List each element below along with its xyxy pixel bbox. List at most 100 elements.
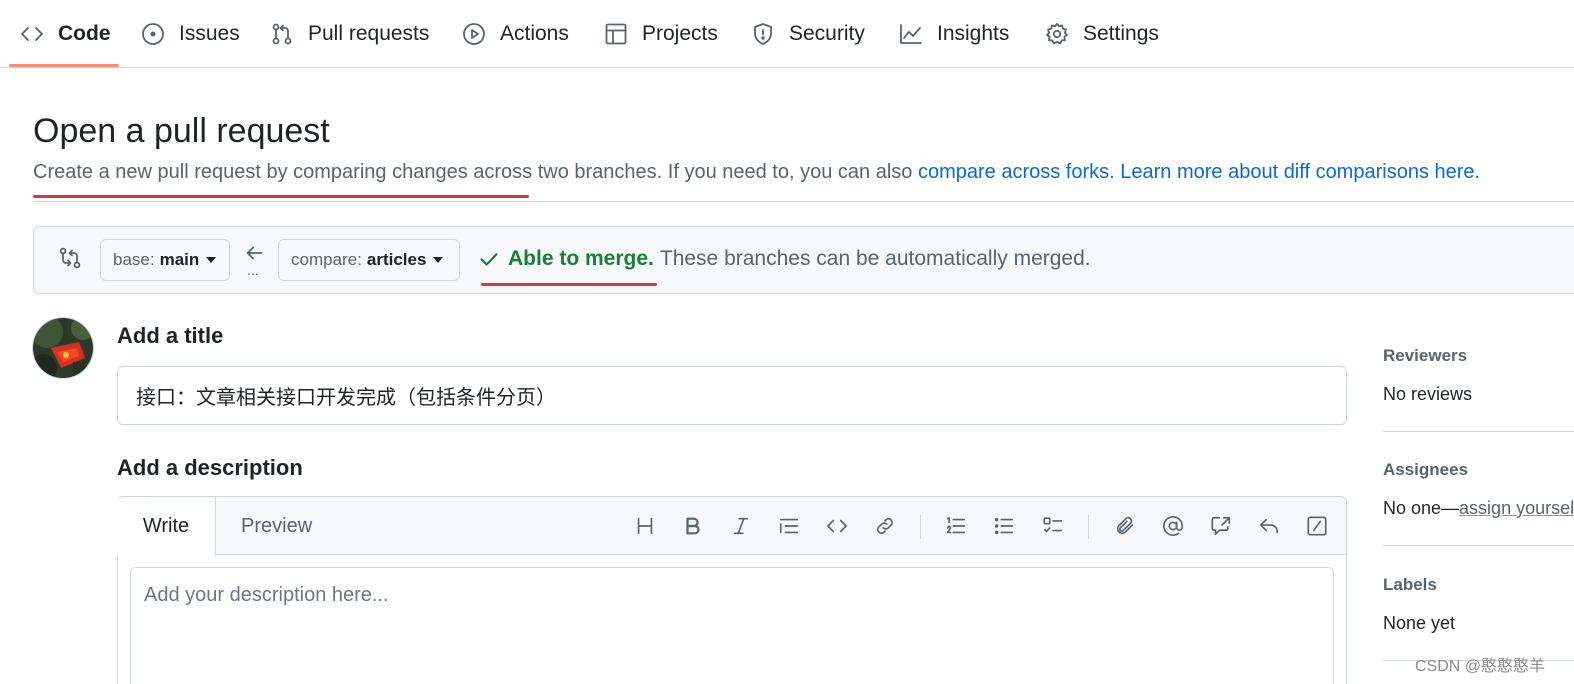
arrow-left-icon bbox=[246, 246, 263, 260]
watermark: CSDN @憨憨憨羊 bbox=[1415, 658, 1546, 675]
slash-command-button[interactable] bbox=[1304, 513, 1330, 539]
merge-status-text: These branches can be automatically merg… bbox=[659, 247, 1091, 270]
italic-icon bbox=[733, 517, 749, 535]
link-button[interactable] bbox=[872, 513, 898, 539]
active-tab-indicator bbox=[9, 64, 119, 67]
compare-branch-name: articles bbox=[366, 250, 427, 269]
reply-icon bbox=[1259, 518, 1279, 534]
graph-icon bbox=[900, 24, 922, 44]
tab-issues[interactable]: Issues bbox=[141, 16, 240, 52]
check-icon bbox=[480, 253, 498, 266]
heading-icon bbox=[637, 517, 653, 535]
heading-divider bbox=[33, 201, 1574, 202]
caret-down-icon bbox=[206, 257, 217, 263]
code-icon bbox=[827, 519, 847, 533]
repo-nav: Code Issues Pull requests Actions Projec… bbox=[0, 0, 1574, 68]
tab-insights-label: Insights bbox=[937, 22, 1010, 45]
bold-icon bbox=[686, 517, 700, 535]
assign-yourself-link[interactable]: assign yourself bbox=[1459, 498, 1574, 518]
reviewers-value: No reviews bbox=[1383, 384, 1473, 404]
tab-settings[interactable]: Settings bbox=[1045, 16, 1159, 52]
annotation-underline-merge bbox=[481, 283, 657, 286]
toolbar-divider bbox=[1088, 515, 1089, 539]
editor-toolbar: Write Preview bbox=[117, 497, 1346, 556]
annotation-underline-subtitle bbox=[33, 195, 529, 198]
code-icon bbox=[21, 27, 43, 41]
tab-insights[interactable]: Insights bbox=[899, 16, 1009, 52]
tab-projects[interactable]: Projects bbox=[604, 16, 718, 52]
labels-heading[interactable]: Labels bbox=[1383, 575, 1437, 595]
avatar[interactable] bbox=[32, 317, 94, 379]
gear-icon bbox=[1046, 22, 1068, 45]
caret-down-icon bbox=[433, 257, 444, 263]
tab-security-label: Security bbox=[789, 22, 865, 45]
page-title: Open a pull request bbox=[33, 112, 330, 150]
code-button[interactable] bbox=[824, 513, 850, 539]
reference-button[interactable] bbox=[1208, 513, 1234, 539]
compare-branch-select[interactable]: compare: articles bbox=[278, 239, 460, 281]
tab-actions[interactable]: Actions bbox=[462, 16, 569, 52]
ordered-list-button[interactable] bbox=[943, 513, 969, 539]
mention-button[interactable] bbox=[1160, 513, 1186, 539]
task-list-icon bbox=[1043, 517, 1063, 533]
tab-code[interactable]: Code bbox=[20, 16, 111, 52]
play-icon bbox=[463, 23, 485, 45]
labels-value: None yet bbox=[1383, 613, 1456, 633]
compare-prefix: compare: bbox=[291, 250, 362, 269]
heading-button[interactable] bbox=[632, 513, 658, 539]
tab-settings-label: Settings bbox=[1083, 22, 1159, 45]
base-prefix: base: bbox=[113, 250, 155, 269]
tab-code-label: Code bbox=[58, 22, 111, 45]
compare-forks-link[interactable]: compare across forks. bbox=[918, 161, 1115, 183]
description-heading: Add a description bbox=[117, 455, 303, 480]
tab-issues-label: Issues bbox=[179, 22, 240, 45]
description-editor: Write Preview bbox=[117, 496, 1347, 684]
unordered-list-button[interactable] bbox=[991, 513, 1017, 539]
tab-preview[interactable]: Preview bbox=[241, 497, 312, 555]
merge-ok-label: Able to merge. bbox=[508, 247, 654, 270]
description-textarea[interactable] bbox=[130, 567, 1334, 684]
learn-more-link[interactable]: Learn more about diff comparisons here. bbox=[1120, 161, 1480, 183]
assignees-prefix: No one— bbox=[1383, 498, 1460, 518]
mention-icon bbox=[1163, 516, 1183, 536]
assignees-heading[interactable]: Assignees bbox=[1383, 460, 1468, 480]
assignees-value: No one—assign yourself bbox=[1383, 498, 1574, 519]
italic-button[interactable] bbox=[728, 513, 754, 539]
base-branch-select[interactable]: base: main bbox=[100, 239, 230, 281]
page-subtitle: Create a new pull request by comparing c… bbox=[33, 161, 1480, 184]
ordered-list-icon bbox=[946, 516, 966, 534]
toolbar-divider bbox=[920, 515, 921, 539]
merge-status: Able to merge. These branches can be aut… bbox=[478, 247, 1091, 271]
git-compare-icon bbox=[59, 247, 81, 269]
sidebar-divider bbox=[1383, 431, 1574, 432]
title-heading: Add a title bbox=[117, 323, 224, 348]
reviewers-heading[interactable]: Reviewers bbox=[1383, 346, 1467, 366]
tab-pull-requests-label: Pull requests bbox=[308, 22, 430, 45]
tab-security[interactable]: Security bbox=[751, 16, 865, 52]
quote-button[interactable] bbox=[776, 513, 802, 539]
table-icon bbox=[605, 23, 627, 45]
pull-request-icon bbox=[272, 23, 292, 45]
saved-reply-button[interactable] bbox=[1256, 513, 1282, 539]
unordered-list-icon bbox=[994, 517, 1014, 535]
task-list-button[interactable] bbox=[1040, 513, 1066, 539]
tab-write[interactable]: Write bbox=[117, 497, 216, 556]
subtitle-text: Create a new pull request by comparing c… bbox=[33, 161, 918, 183]
slash-command-icon bbox=[1307, 516, 1327, 536]
compare-dots: ... bbox=[247, 262, 259, 278]
cross-reference-icon bbox=[1211, 516, 1231, 536]
link-icon bbox=[877, 518, 893, 534]
sidebar-divider bbox=[1383, 545, 1574, 546]
paperclip-icon bbox=[1116, 516, 1134, 535]
tab-pull-requests[interactable]: Pull requests bbox=[270, 16, 429, 52]
tab-actions-label: Actions bbox=[500, 22, 569, 45]
base-branch-name: main bbox=[159, 250, 200, 269]
title-input[interactable] bbox=[117, 366, 1347, 425]
attach-button[interactable] bbox=[1112, 513, 1138, 539]
quote-icon bbox=[779, 518, 799, 534]
bold-button[interactable] bbox=[680, 513, 706, 539]
shield-icon bbox=[754, 23, 772, 45]
issue-icon bbox=[142, 23, 164, 45]
tab-projects-label: Projects bbox=[642, 22, 718, 45]
avatar-image bbox=[33, 318, 93, 378]
